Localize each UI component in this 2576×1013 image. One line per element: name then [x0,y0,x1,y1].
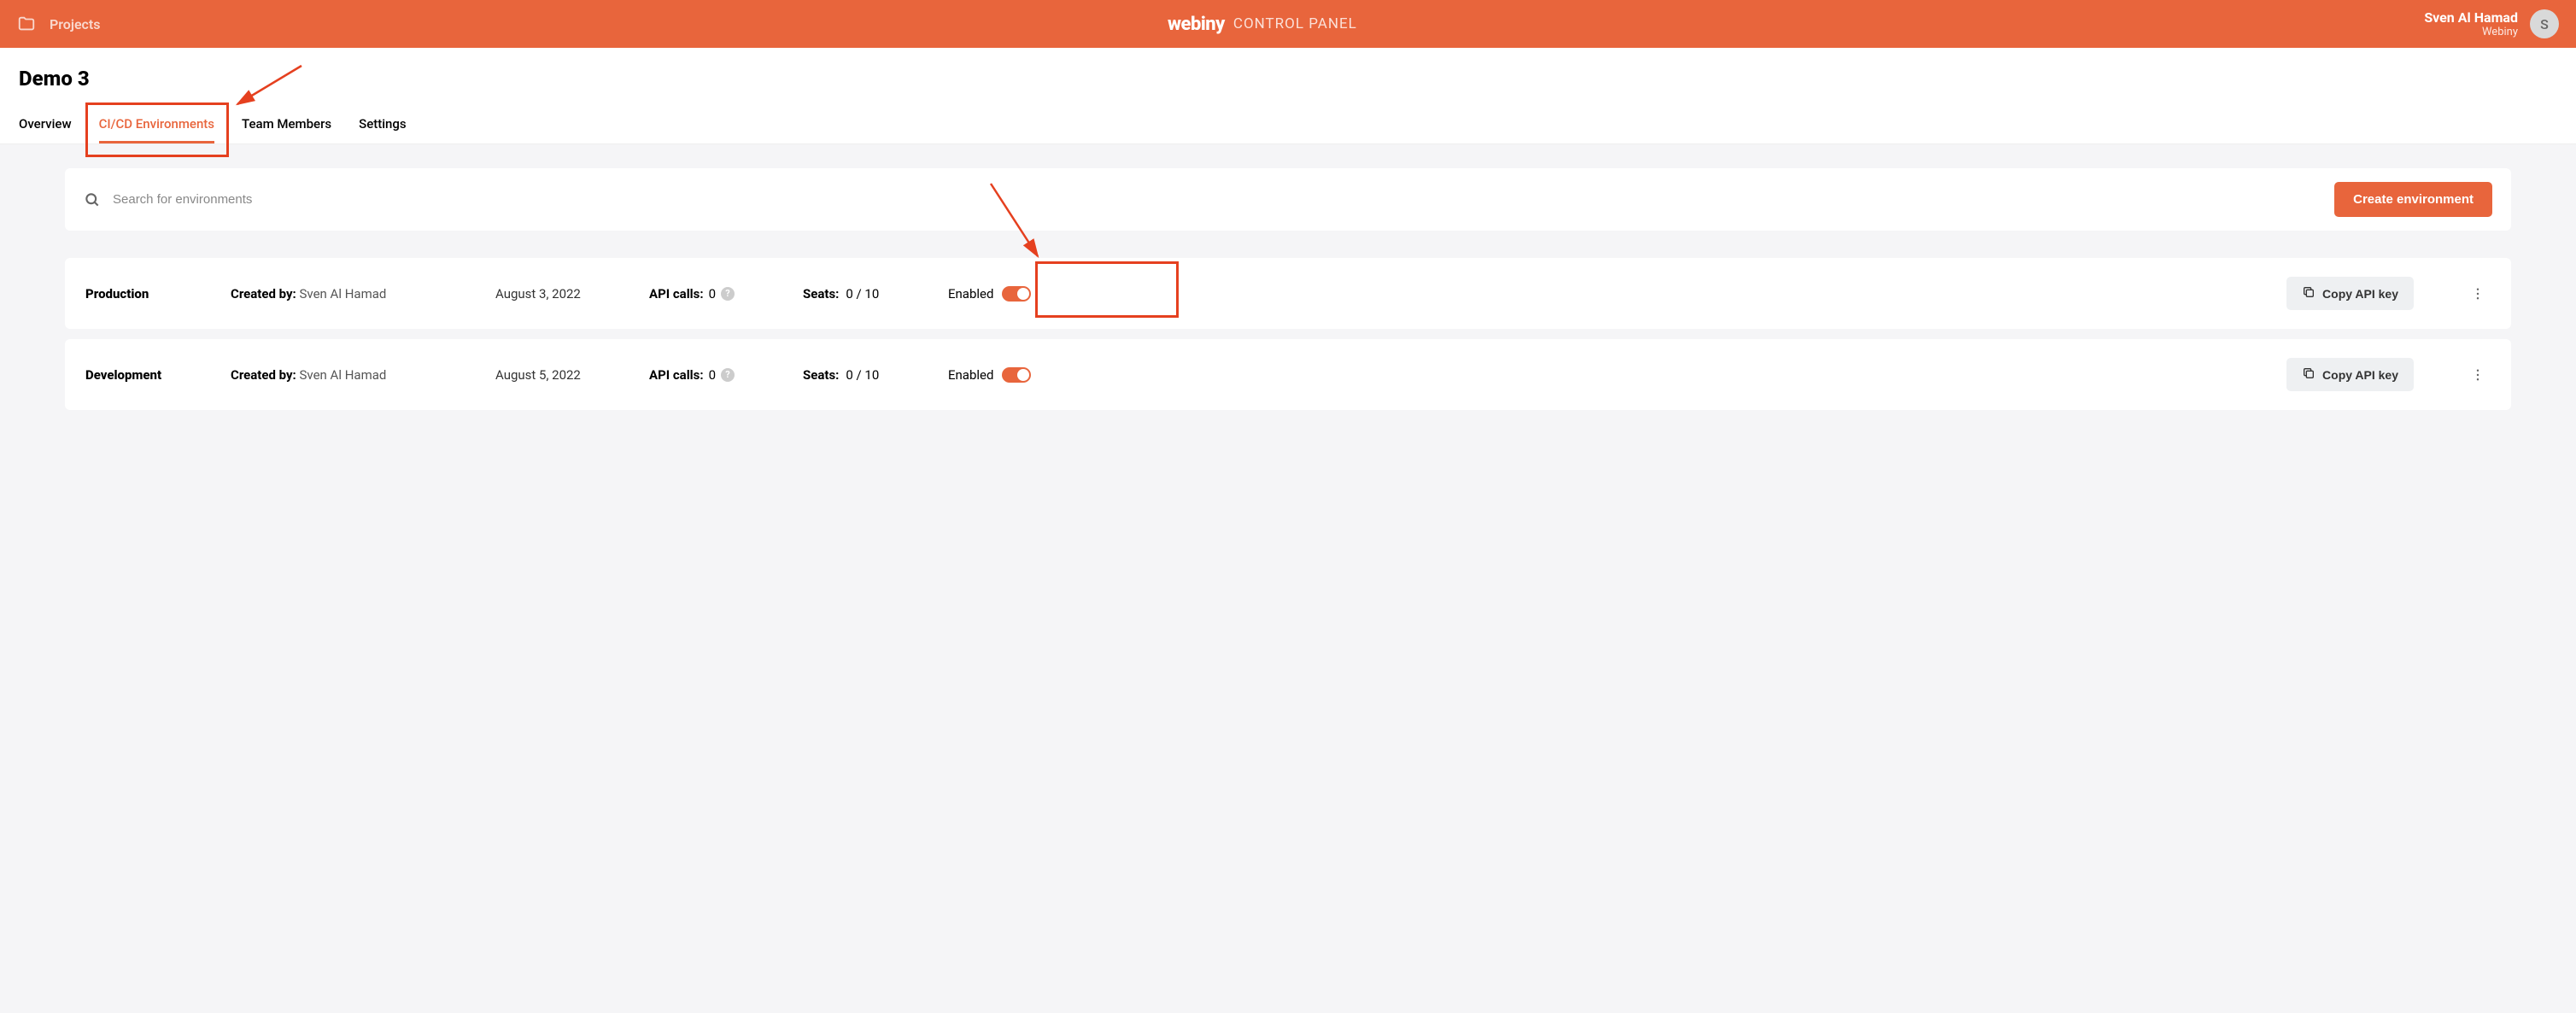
more-menu-button[interactable] [2465,286,2491,302]
more-menu-button[interactable] [2465,367,2491,383]
tab-cicd-environments[interactable]: CI/CD Environments [99,106,214,143]
environment-name: Production [85,286,222,302]
environment-enabled: Enabled [948,286,1068,302]
environment-created-by: Created by: Sven Al Hamad [231,367,487,383]
copy-icon [2302,285,2315,302]
seats-value: 0 / 10 [846,367,879,383]
enabled-toggle[interactable] [1002,367,1031,383]
seats-label: Seats: [803,367,839,383]
environment-date: August 3, 2022 [495,286,641,302]
created-by-label: Created by: [231,286,296,302]
user-info[interactable]: Sven Al Hamad Webiny [2424,9,2518,38]
page-title: Demo 3 [19,67,2557,91]
control-panel-label: CONTROL PANEL [1233,15,1357,32]
app-header: Projects webiny CONTROL PANEL Sven Al Ha… [0,0,2576,48]
environment-enabled: Enabled [948,367,1068,383]
folder-icon [17,15,36,33]
created-by-label: Created by: [231,367,296,383]
environment-name: Development [85,367,222,383]
api-calls-label: API calls: [649,286,704,302]
help-icon[interactable]: ? [721,368,735,382]
avatar[interactable]: S [2530,9,2559,38]
projects-link[interactable]: Projects [50,16,101,32]
environment-row: Production Created by: Sven Al Hamad Aug… [65,258,2511,329]
enabled-label: Enabled [948,367,993,383]
environment-date: August 5, 2022 [495,367,641,383]
subheader: Demo 3 Overview CI/CD Environments Team … [0,48,2576,144]
api-calls-value: 0 [709,367,716,383]
help-icon[interactable]: ? [721,287,735,301]
content: Create environment Production Created by… [0,144,2576,444]
copy-api-key-label: Copy API key [2322,368,2398,382]
copy-api-key-button[interactable]: Copy API key [2286,358,2414,391]
environment-created-by: Created by: Sven Al Hamad [231,286,487,302]
api-calls-value: 0 [709,286,716,302]
search-icon [84,191,101,208]
environment-api-calls: API calls: 0 ? [649,286,794,302]
enabled-toggle[interactable] [1002,286,1031,302]
tab-settings[interactable]: Settings [359,106,407,143]
search-input[interactable] [113,192,2322,207]
tab-team-members[interactable]: Team Members [242,106,331,143]
user-name: Sven Al Hamad [2424,9,2518,26]
user-org: Webiny [2424,26,2518,38]
api-calls-label: API calls: [649,367,704,383]
tabs: Overview CI/CD Environments Team Members… [19,106,2557,143]
copy-api-key-label: Copy API key [2322,287,2398,301]
environment-row: Development Created by: Sven Al Hamad Au… [65,339,2511,410]
environment-api-calls: API calls: 0 ? [649,367,794,383]
copy-api-key-button[interactable]: Copy API key [2286,277,2414,310]
seats-value: 0 / 10 [846,286,879,302]
copy-icon [2302,366,2315,383]
created-by-value: Sven Al Hamad [300,286,387,302]
created-by-value: Sven Al Hamad [300,367,387,383]
create-environment-button[interactable]: Create environment [2334,182,2492,217]
environment-seats: Seats: 0 / 10 [803,367,940,383]
seats-label: Seats: [803,286,839,302]
environment-seats: Seats: 0 / 10 [803,286,940,302]
search-row: Create environment [65,168,2511,231]
tab-overview[interactable]: Overview [19,106,72,143]
logo: webiny [1168,14,1225,35]
enabled-label: Enabled [948,286,993,302]
